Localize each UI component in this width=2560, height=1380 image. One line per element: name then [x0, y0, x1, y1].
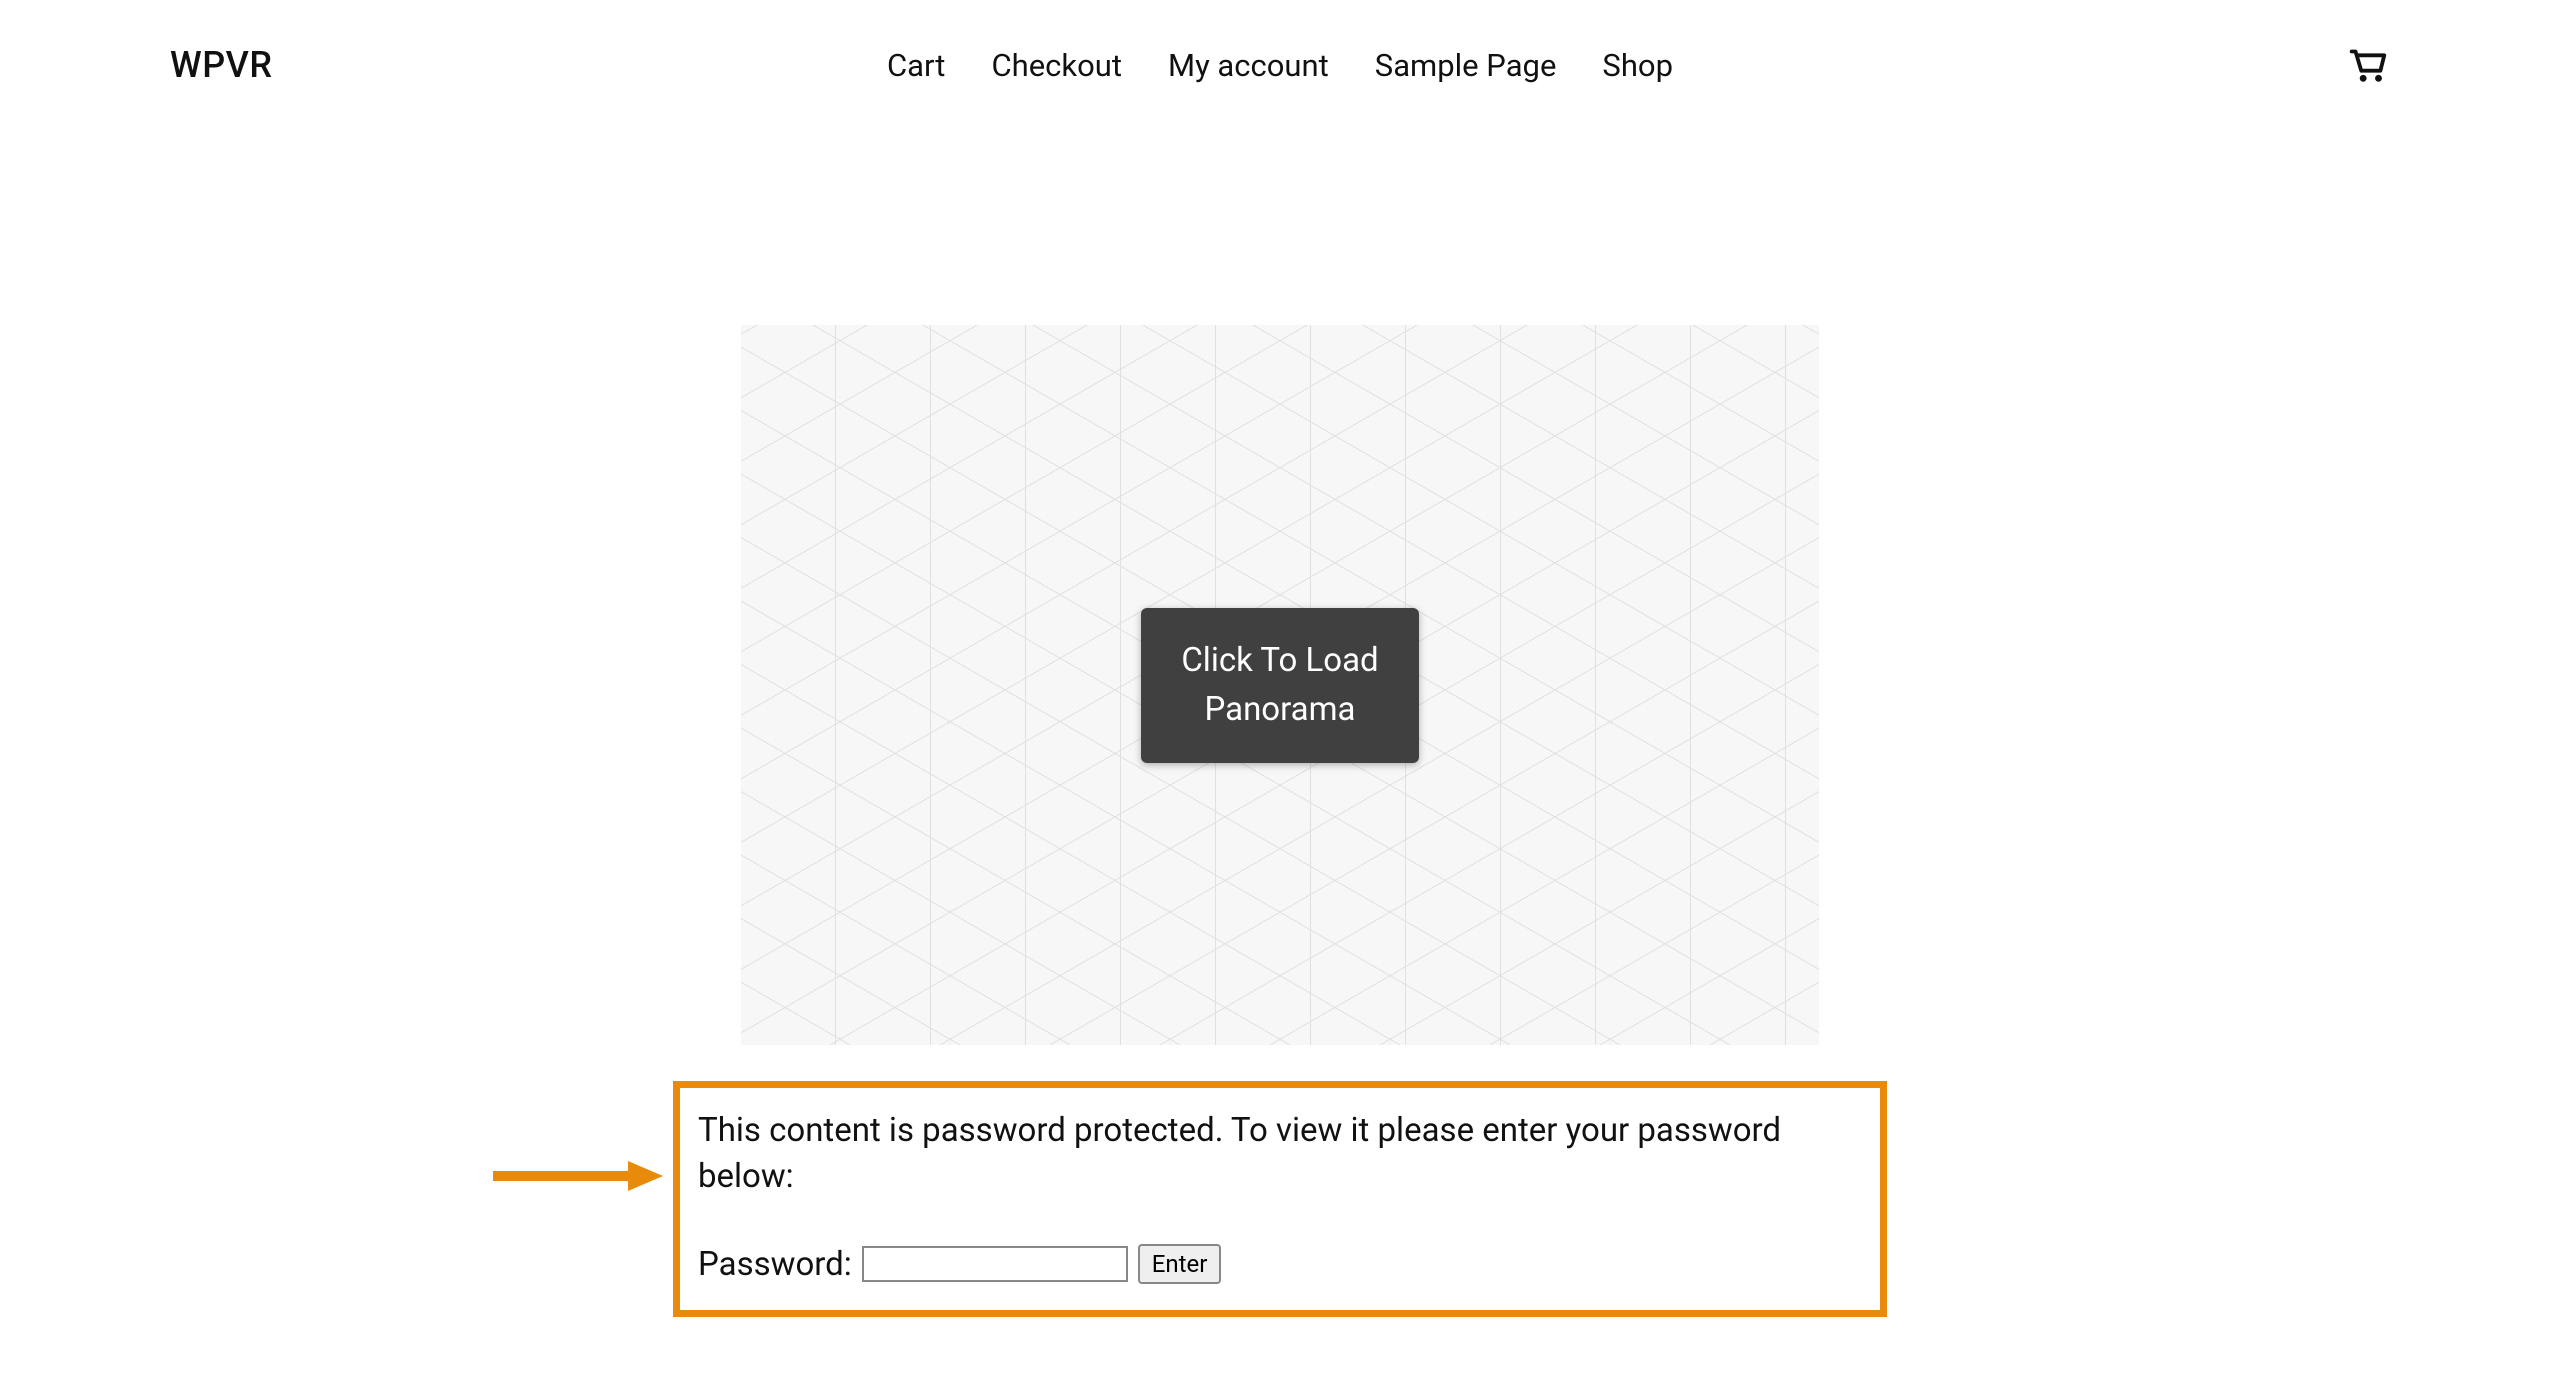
nav-item-checkout[interactable]: Checkout	[991, 47, 1122, 84]
password-protect-box: This content is password protected. To v…	[673, 1081, 1887, 1317]
password-message: This content is password protected. To v…	[698, 1108, 1852, 1200]
password-label: Password:	[698, 1245, 852, 1284]
load-panorama-button[interactable]: Click To Load Panorama	[1141, 608, 1418, 763]
nav-item-my-account[interactable]: My account	[1168, 47, 1329, 84]
panorama-viewer: Click To Load Panorama	[741, 325, 1819, 1045]
nav-item-sample-page[interactable]: Sample Page	[1375, 47, 1557, 84]
shopping-cart-icon	[2344, 40, 2390, 86]
panorama-button-line1: Click To Load	[1181, 636, 1378, 686]
cart-icon[interactable]	[2344, 40, 2390, 90]
password-form: Password: Enter	[698, 1244, 1852, 1284]
primary-nav: Cart Checkout My account Sample Page Sho…	[887, 47, 1673, 84]
nav-item-cart[interactable]: Cart	[887, 47, 945, 84]
main-content: Click To Load Panorama This content is p…	[0, 325, 2560, 1317]
enter-button[interactable]: Enter	[1138, 1244, 1222, 1284]
site-logo[interactable]: WPVR	[170, 44, 273, 86]
password-input[interactable]	[862, 1246, 1128, 1282]
password-highlight-wrapper: This content is password protected. To v…	[673, 1081, 1887, 1317]
panorama-button-line2: Panorama	[1181, 685, 1378, 735]
annotation-arrow	[483, 1156, 663, 1200]
arrow-icon	[483, 1156, 663, 1196]
site-header: WPVR Cart Checkout My account Sample Pag…	[0, 0, 2560, 130]
nav-item-shop[interactable]: Shop	[1602, 47, 1673, 84]
